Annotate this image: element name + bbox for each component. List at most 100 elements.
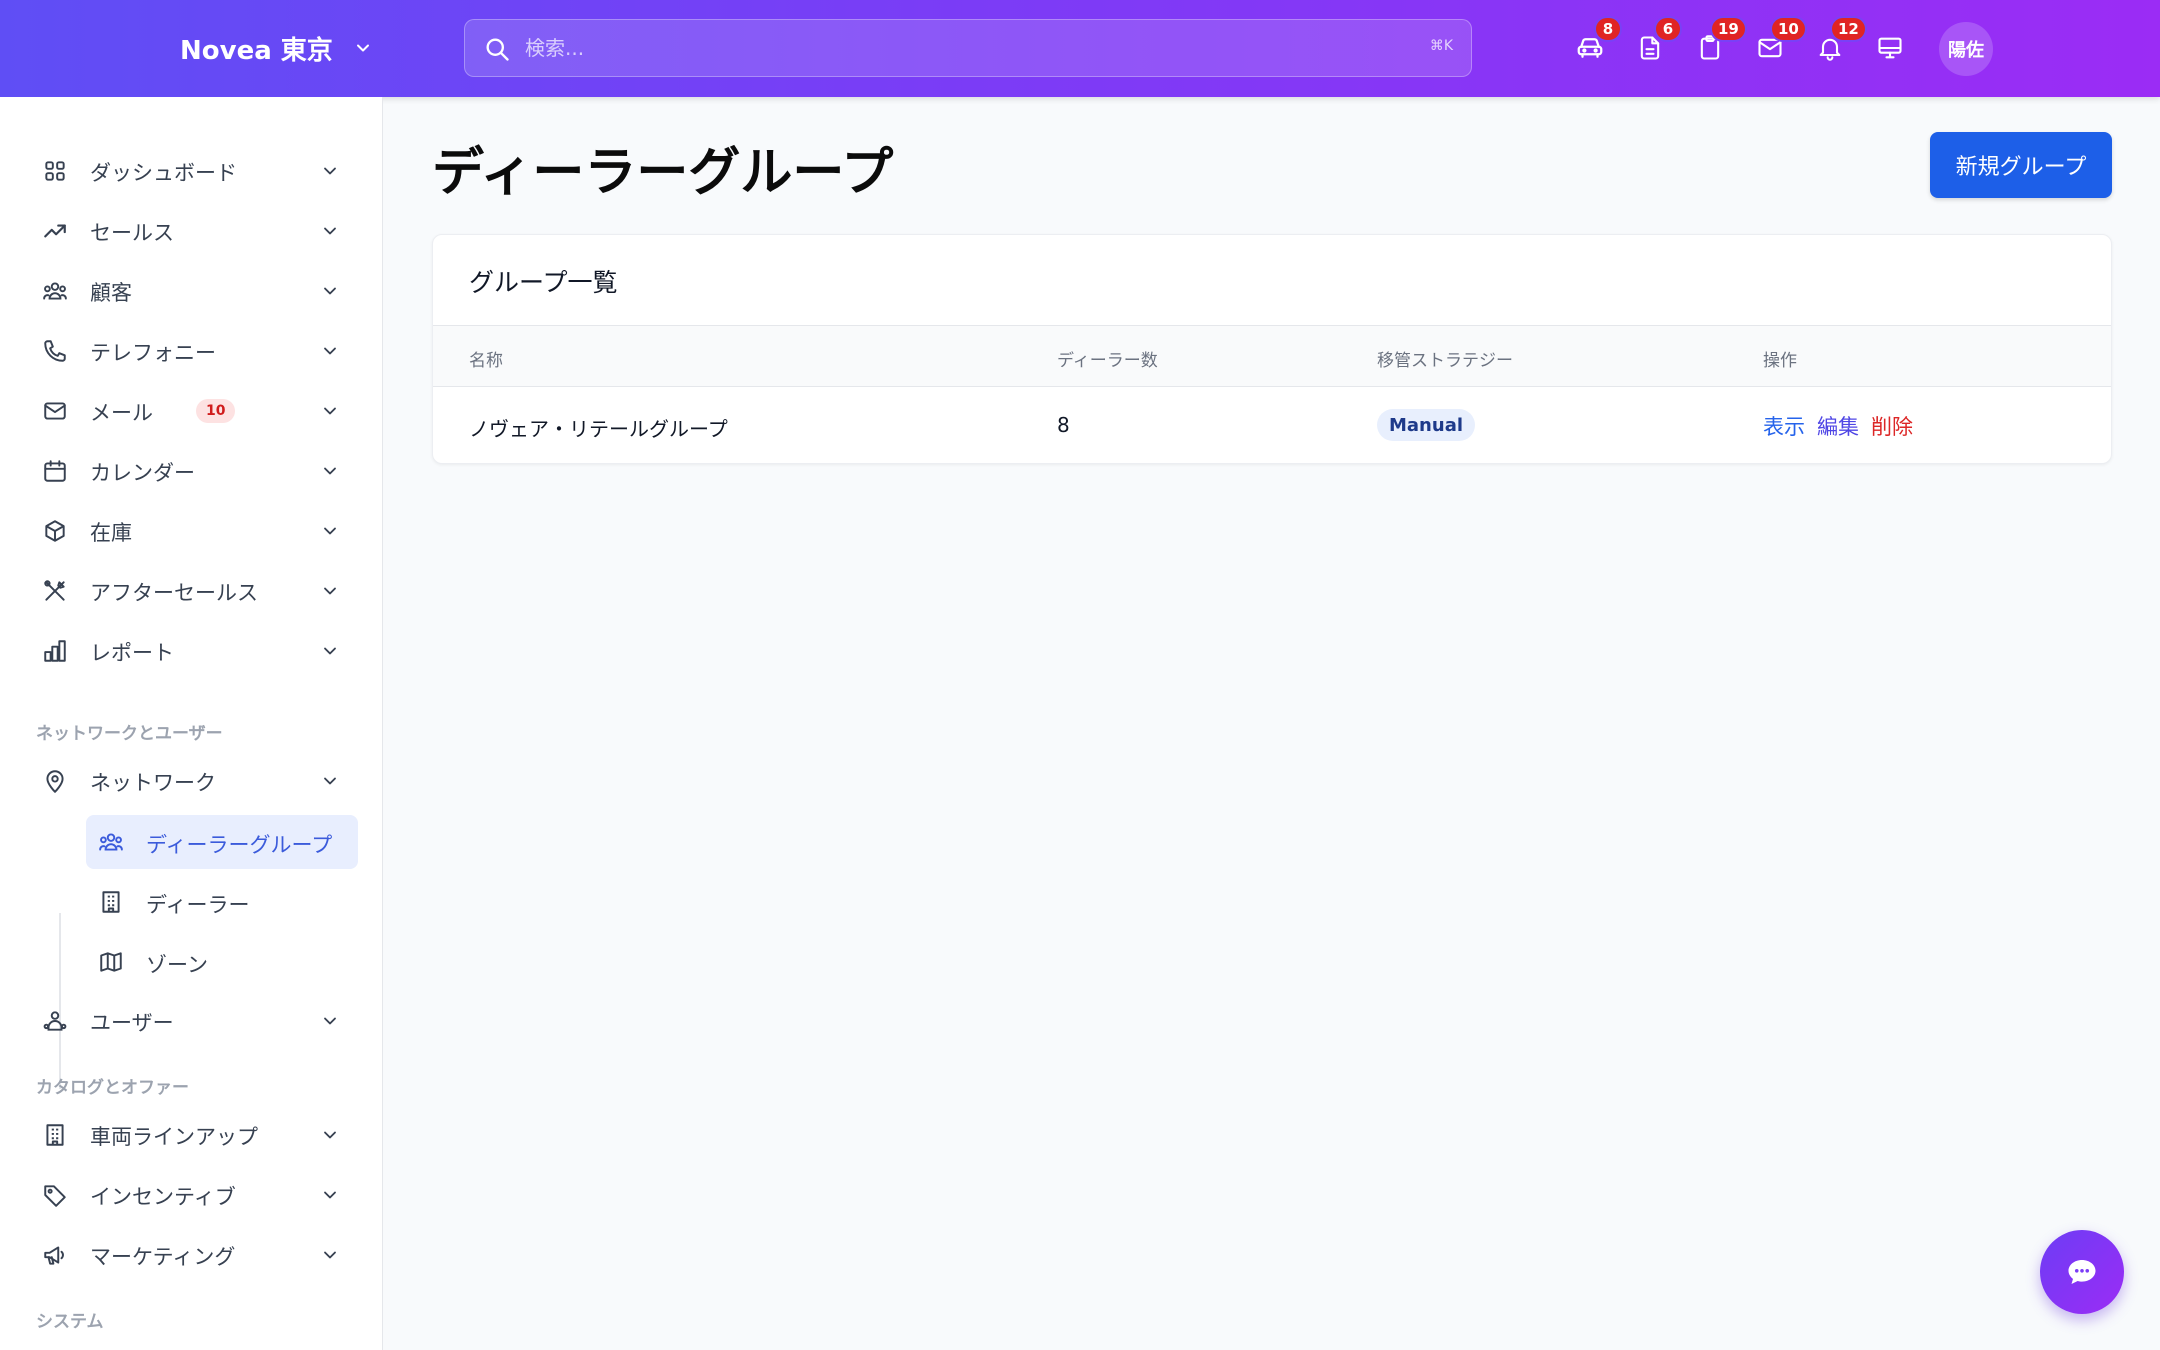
strategy-badge: Manual — [1377, 409, 1476, 441]
sidebar-item-marketing[interactable]: マーケティング — [32, 1229, 352, 1281]
sidebar-item-label: マーケティング — [90, 1245, 236, 1269]
sidebar: ダッシュボード セールス 顧客 テレフォニー メール 10 カレンダー 在庫 ア… — [0, 97, 383, 1350]
table-row: ノヴェア・リテールグループ 8 Manual 表示 編集 削除 — [433, 387, 2111, 463]
chevron-down-icon — [320, 1011, 340, 1031]
chevron-down-icon — [353, 38, 373, 58]
sidebar-subitem-dealer-groups[interactable]: ディーラーグループ — [86, 815, 358, 869]
column-header-name: 名称 — [469, 351, 503, 371]
view-link[interactable]: 表示 — [1763, 411, 1805, 441]
sidebar-item-reports[interactable]: レポート — [32, 625, 352, 677]
building-icon — [98, 889, 124, 915]
section-label-system: システム — [36, 1312, 104, 1332]
mail-count-badge: 10 — [196, 399, 236, 423]
sidebar-item-label: ユーザー — [90, 1011, 174, 1035]
sidebar-item-label: インセンティブ — [90, 1185, 236, 1209]
document-badge: 6 — [1654, 16, 1682, 42]
chevron-down-icon — [320, 1245, 340, 1265]
sidebar-item-users[interactable]: ユーザー — [32, 995, 352, 1047]
column-header-dealer-count: ディーラー数 — [1057, 351, 1158, 371]
users-icon — [42, 278, 68, 304]
sidebar-item-mail[interactable]: メール 10 — [32, 385, 352, 437]
chevron-down-icon — [320, 1125, 340, 1145]
chevron-down-icon — [320, 281, 340, 301]
sidebar-item-customers[interactable]: 顧客 — [32, 265, 352, 317]
megaphone-icon — [42, 1242, 68, 1268]
sidebar-item-vehicle-lineup[interactable]: 車両ラインアップ — [32, 1109, 352, 1161]
trending-up-icon — [42, 218, 68, 244]
mail-badge: 10 — [1770, 16, 1807, 42]
brand-name: Novea 東京 — [180, 35, 333, 66]
map-icon — [98, 949, 124, 975]
sidebar-item-label: カレンダー — [90, 461, 195, 485]
section-label-network: ネットワークとユーザー — [36, 724, 223, 744]
page-title: ディーラーグループ — [432, 143, 894, 203]
sidebar-item-label: テレフォニー — [90, 341, 216, 365]
chevron-down-icon — [320, 1185, 340, 1205]
bar-chart-icon — [42, 638, 68, 664]
dashboard-grid-icon — [42, 158, 68, 184]
sidebar-item-label: レポート — [90, 641, 174, 665]
dealer-count-cell: 8 — [1057, 413, 1070, 437]
chevron-down-icon — [320, 221, 340, 241]
search-box: ⌘K — [464, 19, 1472, 77]
chevron-down-icon — [320, 161, 340, 181]
tag-icon — [42, 1182, 68, 1208]
sidebar-item-label: 顧客 — [90, 281, 132, 305]
user-avatar[interactable]: 陽佐 — [1939, 22, 1993, 76]
bell-badge: 12 — [1830, 16, 1867, 42]
calendar-icon — [42, 458, 68, 484]
column-header-transfer-strategy: 移管ストラテジー — [1377, 351, 1513, 371]
sidebar-item-label: ネットワーク — [90, 771, 216, 795]
sidebar-subitem-zones[interactable]: ゾーン — [86, 935, 358, 989]
sidebar-item-label: メール — [90, 401, 153, 425]
table-header: 名称 ディーラー数 移管ストラテジー 操作 — [433, 325, 2111, 387]
sidebar-item-label: 在庫 — [90, 521, 132, 545]
search-input[interactable] — [525, 28, 1385, 68]
building-icon — [42, 1122, 68, 1148]
new-group-button[interactable]: 新規グループ — [1930, 132, 2112, 198]
sidebar-subitem-label: ディーラー — [146, 893, 250, 917]
search-icon — [483, 35, 511, 63]
mail-icon — [42, 398, 68, 424]
group-name-cell: ノヴェア・リテールグループ — [469, 417, 728, 441]
chevron-down-icon — [320, 581, 340, 601]
chevron-down-icon — [320, 521, 340, 541]
section-label-catalog: カタログとオファー — [36, 1078, 189, 1098]
sidebar-subitem-label: ゾーン — [146, 953, 208, 977]
brand-switcher[interactable]: Novea 東京 — [180, 26, 373, 70]
chevron-down-icon — [320, 461, 340, 481]
car-badge: 8 — [1594, 16, 1622, 42]
sidebar-subitem-dealers[interactable]: ディーラー — [86, 875, 358, 929]
sidebar-item-telephony[interactable]: テレフォニー — [32, 325, 352, 377]
delete-link[interactable]: 削除 — [1871, 411, 1913, 441]
chat-bubble-icon — [2064, 1254, 2100, 1290]
sidebar-item-calendar[interactable]: カレンダー — [32, 445, 352, 497]
sidebar-item-label: ダッシュボード — [90, 161, 237, 185]
sidebar-item-label: セールス — [90, 221, 174, 245]
top-header: Novea 東京 ⌘K 8 6 19 10 12 陽佐 — [0, 0, 2160, 97]
sidebar-item-network[interactable]: ネットワーク — [32, 755, 352, 807]
chevron-down-icon — [320, 401, 340, 421]
sidebar-item-label: アフターセールス — [90, 581, 258, 605]
sidebar-item-incentives[interactable]: インセンティブ — [32, 1169, 352, 1221]
sidebar-item-label: 車両ラインアップ — [90, 1125, 258, 1149]
card-title: グループ一覧 — [469, 268, 618, 297]
sidebar-item-dashboard[interactable]: ダッシュボード — [32, 145, 352, 197]
sidebar-item-inventory[interactable]: 在庫 — [32, 505, 352, 557]
map-pin-icon — [42, 768, 68, 794]
sidebar-item-aftersales[interactable]: アフターセールス — [32, 565, 352, 617]
monitor-icon[interactable] — [1872, 30, 1908, 66]
column-header-actions: 操作 — [1763, 351, 1797, 371]
chevron-down-icon — [320, 341, 340, 361]
chevron-down-icon — [320, 771, 340, 791]
search-shortcut-hint: ⌘K — [1429, 38, 1453, 54]
user-group-icon — [42, 1008, 68, 1034]
users-icon — [98, 829, 124, 855]
group-list-card: グループ一覧 名称 ディーラー数 移管ストラテジー 操作 ノヴェア・リテールグル… — [432, 234, 2112, 464]
box-icon — [42, 518, 68, 544]
sidebar-item-sales[interactable]: セールス — [32, 205, 352, 257]
edit-link[interactable]: 編集 — [1817, 411, 1859, 441]
clipboard-badge: 19 — [1710, 16, 1747, 42]
chat-button[interactable] — [2040, 1230, 2124, 1314]
phone-icon — [42, 338, 68, 364]
